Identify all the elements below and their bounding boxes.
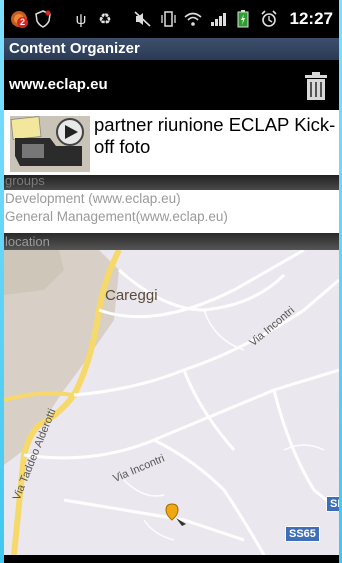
road-badge: SS65 <box>285 526 320 542</box>
location-section-header: location <box>4 233 339 250</box>
shield-icon <box>34 10 52 28</box>
map-graphics <box>4 250 339 555</box>
recycle-icon: ♻ <box>98 11 112 28</box>
alarm-icon <box>260 10 278 28</box>
groups-label: groups <box>5 173 45 188</box>
vibrate-icon <box>159 10 177 28</box>
location-label: location <box>5 234 50 249</box>
site-url: www.eclap.eu <box>9 76 108 93</box>
app-title: Content Organizer <box>9 40 140 57</box>
location-map[interactable]: Careggi Via Incontri Via Incontri Via Ta… <box>4 250 339 555</box>
mute-icon <box>134 10 152 28</box>
bottom-edge <box>4 555 339 563</box>
wifi-icon <box>184 10 202 28</box>
content-item[interactable]: partner riunione ECLAP Kick-off foto <box>4 110 339 175</box>
usb-icon: ψ <box>75 10 87 28</box>
map-place-label: Careggi <box>105 287 158 304</box>
group-item: General Management(www.eclap.eu) <box>5 209 228 224</box>
group-item: Development (www.eclap.eu) <box>5 191 181 206</box>
status-bar: 2 ψ ♻ 12:27 <box>4 0 339 38</box>
battery-icon <box>234 10 252 28</box>
app-title-bar: Content Organizer <box>4 38 339 60</box>
clock: 12:27 <box>289 9 333 28</box>
signal-icon <box>210 10 228 28</box>
trash-icon[interactable] <box>305 72 327 100</box>
groups-list: Development (www.eclap.eu) General Manag… <box>4 190 339 228</box>
groups-section-header: groups <box>4 173 339 190</box>
road-badge-partial: SR <box>326 496 339 512</box>
header-bar: www.eclap.eu <box>4 60 339 110</box>
notification-badge: 2 <box>17 17 28 28</box>
item-thumbnail <box>10 116 90 172</box>
item-title: partner riunione ECLAP Kick-off foto <box>94 114 336 157</box>
